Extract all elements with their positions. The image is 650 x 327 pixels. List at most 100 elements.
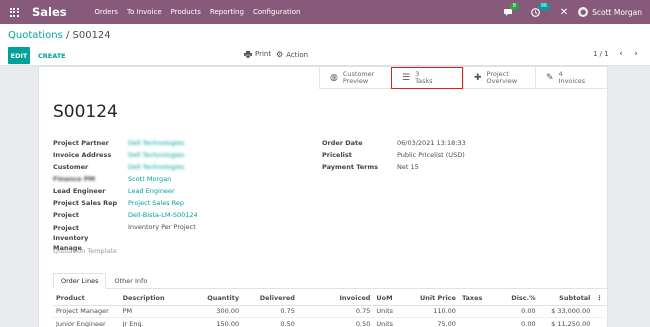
- quotation-template-label: Quotation Template: [53, 247, 117, 255]
- cell-subtotal: $ 11,250.00: [538, 317, 594, 327]
- column-subtotal[interactable]: Subtotal: [538, 291, 594, 306]
- cell-subtotal: $ 33,000.00: [538, 305, 594, 318]
- finance-pm-label-text: Finance PM: [53, 175, 96, 183]
- pager-next-icon[interactable]: ›: [630, 47, 642, 60]
- cell-spacer: [593, 305, 606, 318]
- cell-invoiced[interactable]: 0.75: [297, 305, 374, 318]
- project-value[interactable]: Dell-Bista-LM-S00124: [128, 211, 198, 219]
- smart-buttons-bar: ◍ Customer Preview ☰ 3 Tasks ✚ Project Over…: [319, 67, 607, 89]
- column-taxes[interactable]: Taxes: [458, 291, 499, 306]
- tab-other-info[interactable]: Other Info: [106, 273, 156, 289]
- breadcrumb-quotations[interactable]: Quotations: [8, 30, 63, 41]
- invoice-address-value[interactable]: Dell Technologies: [128, 151, 184, 159]
- chat-badge: 8: [509, 2, 519, 10]
- table-row[interactable]: Project Manager PM 300.00 0.75 0.75 Unit…: [53, 305, 606, 318]
- payment-terms-label: Payment Terms: [322, 163, 379, 171]
- print-menu[interactable]: Print: [244, 50, 271, 58]
- customer-value[interactable]: Dell Technologies: [128, 163, 184, 171]
- cell-description[interactable]: PM: [119, 305, 187, 318]
- lead-engineer-label: Lead Engineer: [53, 187, 106, 195]
- cell-description[interactable]: Jr Eng.: [119, 317, 187, 327]
- cell-delivered[interactable]: 0.50: [242, 317, 298, 327]
- project-inventory-manage-value[interactable]: Inventory Per Project: [128, 223, 196, 231]
- main-menu: Orders To Invoice Products Reporting Con…: [90, 8, 305, 16]
- order-date-label: Order Date: [322, 139, 363, 147]
- cell-quantity[interactable]: 300.00: [186, 305, 243, 318]
- invoices-label: Invoices: [558, 77, 586, 85]
- cell-invoiced[interactable]: 0.50: [297, 317, 374, 327]
- customer-preview-line2: Preview: [342, 77, 369, 85]
- cell-taxes[interactable]: [458, 317, 499, 327]
- cell-unit-price[interactable]: 75.00: [411, 317, 459, 327]
- order-date-value[interactable]: 06/03/2021 13:18:33: [397, 139, 466, 147]
- action-label: Action: [286, 50, 309, 59]
- invoice-address-link[interactable]: Dell Technologies: [128, 151, 184, 159]
- column-uom[interactable]: UoM: [373, 291, 412, 306]
- print-icon: [244, 50, 252, 58]
- cell-product[interactable]: Project Manager: [53, 305, 120, 318]
- column-unit-price[interactable]: Unit Price: [411, 291, 459, 306]
- finance-pm-value[interactable]: Scott Morgan: [128, 175, 171, 183]
- cell-unit-price[interactable]: 110.00: [411, 305, 459, 318]
- finance-pm-label: Finance PM: [53, 175, 95, 183]
- cell-taxes[interactable]: [458, 305, 499, 318]
- activity-badge: 96: [537, 2, 551, 10]
- user-menu[interactable]: ● Scott Morgan: [578, 7, 642, 17]
- cell-discount[interactable]: 0.00: [498, 305, 539, 318]
- project-overview-line2: Overview: [486, 77, 518, 85]
- tasks-icon: ☰: [402, 72, 411, 83]
- order-lines-table: Product Description Quantity Delivered I…: [53, 291, 606, 327]
- project-sales-rep-label: Project Sales Rep: [53, 199, 118, 207]
- menu-configuration[interactable]: Configuration: [248, 8, 304, 16]
- invoices-button[interactable]: ✎ 4 Invoices: [535, 67, 607, 89]
- column-description[interactable]: Description: [119, 291, 187, 306]
- cell-discount[interactable]: 0.00: [498, 317, 539, 327]
- menu-to-invoice[interactable]: To Invoice: [123, 8, 167, 16]
- app-brand[interactable]: Sales: [32, 5, 86, 19]
- pager-previous-icon[interactable]: ‹: [615, 47, 627, 60]
- tab-order-lines[interactable]: Order Lines: [53, 273, 107, 289]
- customer-preview-button[interactable]: ◍ Customer Preview: [319, 67, 391, 89]
- tasks-label: Tasks: [415, 77, 433, 85]
- gear-icon: ⚙: [276, 50, 284, 59]
- table-header-row: Product Description Quantity Delivered I…: [53, 291, 606, 306]
- column-discount[interactable]: Disc.%: [498, 291, 539, 306]
- column-quantity[interactable]: Quantity: [186, 291, 243, 306]
- project-partner-label: Project Partner: [53, 139, 109, 147]
- column-invoiced[interactable]: Invoiced: [297, 291, 374, 306]
- cell-product[interactable]: Junior Engineer: [53, 317, 120, 327]
- action-menu[interactable]: ⚙ Action: [276, 50, 308, 59]
- breadcrumb-separator: /: [65, 30, 70, 41]
- cell-quantity[interactable]: 150.00: [186, 317, 243, 327]
- column-product[interactable]: Product: [53, 291, 120, 306]
- tasks-button[interactable]: ☰ 3 Tasks: [391, 67, 463, 89]
- cell-uom[interactable]: Units: [373, 305, 412, 318]
- lead-engineer-value[interactable]: Lead Engineer: [128, 187, 175, 195]
- cell-delivered[interactable]: 0.75: [242, 305, 298, 318]
- activity-menu[interactable]: 96: [530, 2, 551, 17]
- project-sales-rep-value[interactable]: Project Sales Rep: [128, 199, 184, 207]
- create-button[interactable]: CREATE: [38, 47, 66, 64]
- form-sheet: ◍ Customer Preview ☰ 3 Tasks ✚ Project Over…: [38, 66, 608, 327]
- column-options-icon[interactable]: ⋮: [593, 291, 606, 306]
- edit-button[interactable]: EDIT: [8, 47, 30, 64]
- pricelist-value[interactable]: Public Pricelist (USD): [397, 151, 465, 159]
- payment-terms-value[interactable]: Net 15: [397, 163, 419, 171]
- apps-menu-icon[interactable]: [0, 0, 28, 24]
- breadcrumb: Quotations / S00124: [8, 30, 111, 41]
- menu-products[interactable]: Products: [166, 8, 205, 16]
- pager-value[interactable]: 1 / 1: [593, 50, 609, 58]
- table-row[interactable]: Junior Engineer Jr Eng. 150.00 0.50 0.50…: [53, 317, 606, 327]
- messaging-menu[interactable]: 8: [503, 2, 519, 17]
- project-label: Project: [53, 211, 80, 219]
- project-partner-value[interactable]: Dell Technologies: [128, 139, 184, 147]
- cell-uom[interactable]: Units: [373, 317, 412, 327]
- project-overview-button[interactable]: ✚ Project Overview: [463, 67, 535, 89]
- menu-reporting[interactable]: Reporting: [205, 8, 248, 16]
- close-icon[interactable]: ✕: [560, 7, 568, 18]
- column-delivered[interactable]: Delivered: [242, 291, 298, 306]
- control-panel: Quotations / S00124 EDIT CREATE Print ⚙ …: [0, 24, 650, 66]
- customer-link[interactable]: Dell Technologies: [128, 163, 184, 171]
- project-partner-link[interactable]: Dell Technologies: [128, 139, 184, 147]
- menu-orders[interactable]: Orders: [90, 8, 123, 16]
